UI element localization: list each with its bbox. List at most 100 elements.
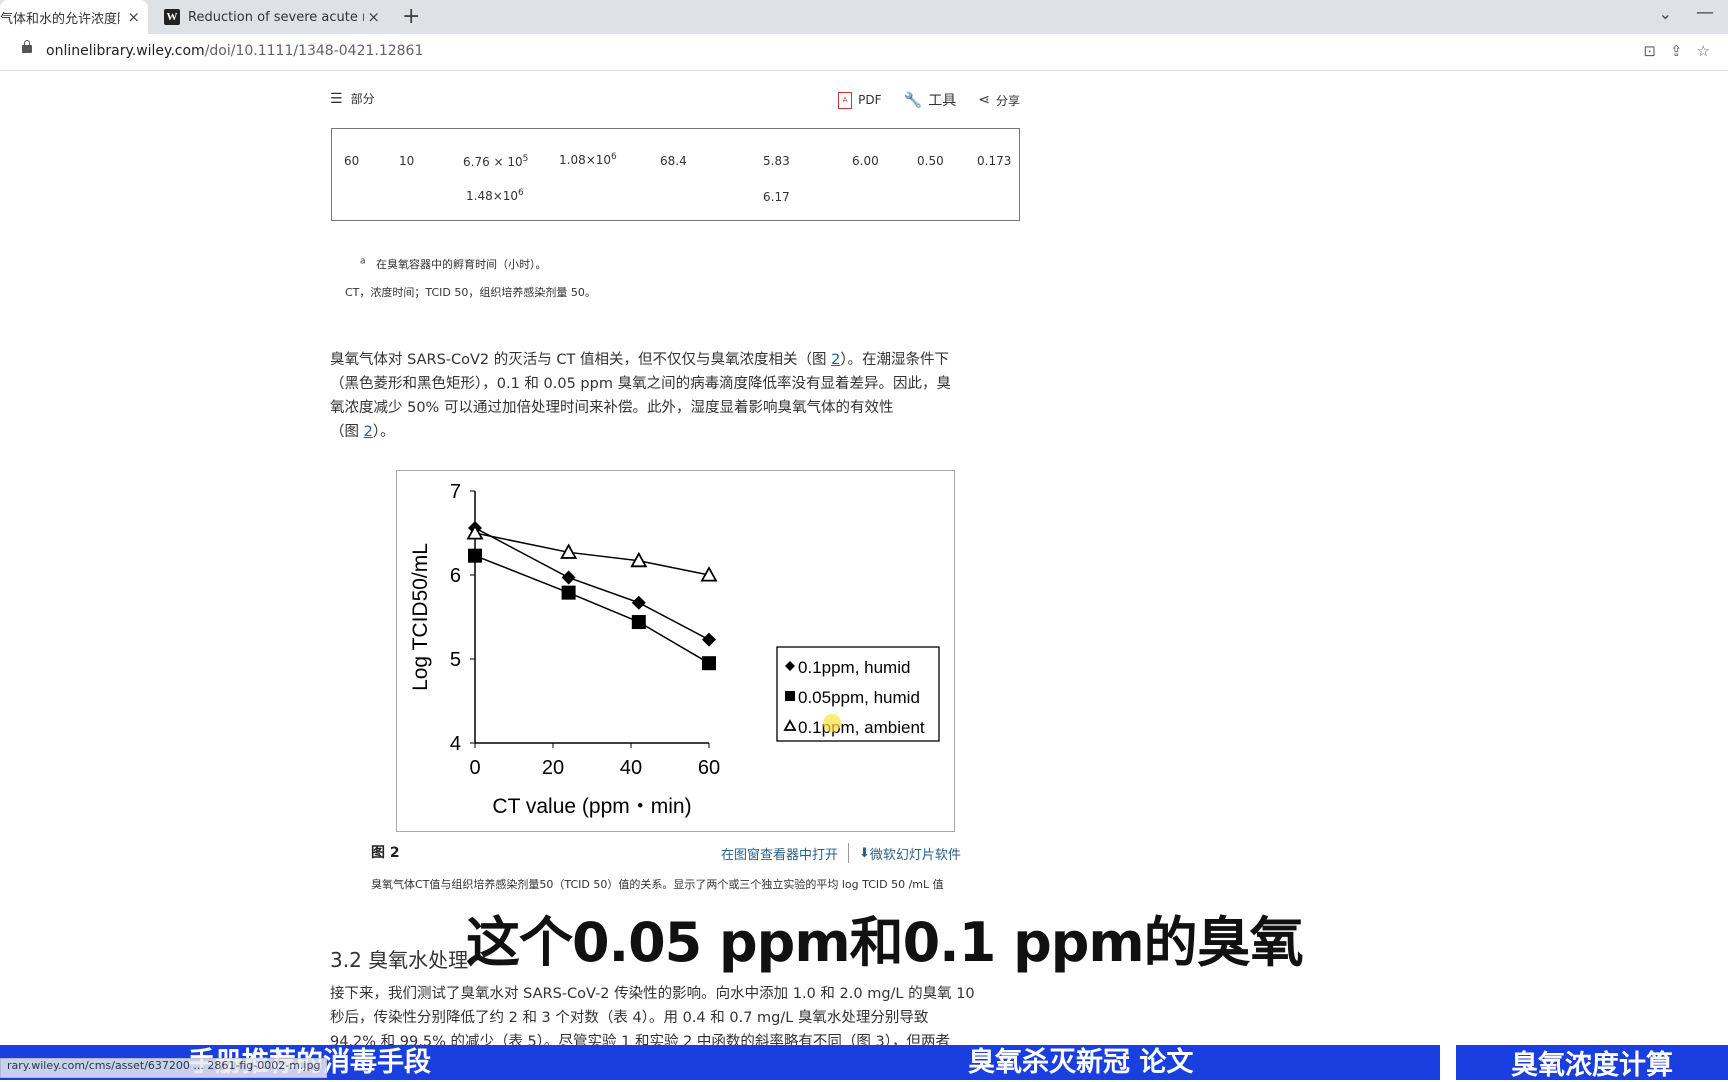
close-icon[interactable]: × bbox=[367, 8, 380, 26]
table-cell: 1.48×106 bbox=[466, 188, 524, 203]
tab-wiley-article[interactable]: W Reduction of severe acute resp × bbox=[156, 0, 388, 34]
pdf-label: PDF bbox=[858, 93, 882, 107]
sections-label: 部分 bbox=[350, 92, 375, 106]
minimize-button[interactable]: — bbox=[1696, 2, 1714, 23]
tab-chinese-article[interactable]: 气体和水的允许浓度降低 × bbox=[0, 0, 148, 34]
pdf-button[interactable]: A PDF bbox=[838, 91, 882, 109]
table-cell-base: 1.08×10 bbox=[559, 153, 612, 167]
tab-bar: 气体和水的允许浓度降低 × W Reduction of severe acut… bbox=[0, 0, 1728, 34]
address-bar[interactable]: onlinelibrary.wiley.com/doi/10.1111/1348… bbox=[0, 34, 1728, 71]
video-subtitle: 这个0.05 ppm和0.1 ppm的臭氧 bbox=[466, 911, 1304, 974]
table-cell: 5.83 bbox=[763, 154, 790, 168]
table-cell-base: 6.76 × 10 bbox=[463, 155, 523, 169]
share-label: 分享 bbox=[995, 93, 1020, 108]
table-cell: 6.17 bbox=[763, 190, 790, 204]
translate-icon[interactable]: ⊡ bbox=[1643, 42, 1656, 60]
series-line bbox=[474, 527, 710, 641]
y-tick-label: 6 bbox=[450, 565, 461, 587]
footnote-ct: CT，浓度时间；TCID 50，组织培养感染剂量 50。 bbox=[345, 286, 596, 299]
tools-button[interactable]: 🔧 工具 bbox=[904, 90, 957, 110]
table-cell-base: 1.48×10 bbox=[466, 189, 519, 203]
close-icon[interactable]: × bbox=[127, 8, 140, 26]
open-in-viewer-link[interactable]: 在图窗查看器中打开 bbox=[721, 844, 838, 863]
table-cell: 10 bbox=[399, 154, 415, 168]
bookmark-star-icon[interactable]: ☆ bbox=[1697, 42, 1710, 60]
legend-label: 0.05ppm, humid bbox=[798, 688, 920, 707]
tools-label: 工具 bbox=[928, 93, 957, 109]
x-axis-label: CT value (ppm・min) bbox=[492, 795, 691, 818]
y-tick-label: 4 bbox=[450, 733, 461, 755]
paragraph-text: ）。 bbox=[372, 424, 395, 440]
data-point bbox=[702, 656, 716, 671]
table-cell: 1.08×106 bbox=[559, 152, 617, 167]
x-tick-label: 60 bbox=[698, 757, 720, 779]
table-cell: 0.173 bbox=[977, 154, 1012, 168]
data-point bbox=[631, 615, 646, 630]
table-cell-exp: 6 bbox=[611, 152, 617, 162]
paragraph-line: （图 2）。 bbox=[330, 420, 1020, 444]
figure-links: 在图窗查看器中打开 ⬇ 微软幻灯片软件 bbox=[721, 843, 961, 863]
url-domain: onlinelibrary.wiley.com bbox=[46, 43, 205, 59]
list-icon: ☰ bbox=[330, 90, 343, 107]
share-icon: ⋖ bbox=[978, 92, 990, 108]
table-cell: 0.50 bbox=[917, 154, 944, 168]
sections-button[interactable]: ☰ 部分 bbox=[330, 90, 375, 107]
url-text[interactable]: onlinelibrary.wiley.com/doi/10.1111/1348… bbox=[46, 43, 423, 59]
table-cell-exp: 5 bbox=[522, 154, 529, 164]
divider bbox=[848, 843, 850, 863]
pdf-icon: A bbox=[838, 91, 853, 109]
paragraph-line: 接下来，我们测试了臭氧水对 SARS-CoV-2 传染性的影响。向水中添加 1.… bbox=[330, 986, 975, 1002]
paragraph-line: 秒后，传染性分别降低了约 2 和 3 个对数（表 4）。用 0.4 和 0.7 … bbox=[330, 1010, 929, 1026]
tab-title: Reduction of severe acute resp bbox=[188, 9, 364, 25]
table-cell-exp: 6 bbox=[518, 188, 524, 198]
figure-link[interactable]: 2 bbox=[364, 424, 373, 440]
tab-title: 气体和水的允许浓度降低 bbox=[0, 11, 120, 27]
new-tab-button[interactable]: + bbox=[402, 4, 420, 29]
share-button[interactable]: ⋖ 分享 bbox=[978, 92, 1020, 109]
table-cell: 60 bbox=[344, 154, 360, 168]
table-cell: 6.76 × 105 bbox=[463, 154, 528, 169]
powerpoint-link[interactable]: 微软幻灯片软件 bbox=[870, 844, 961, 863]
wiley-favicon-icon: W bbox=[164, 9, 180, 25]
x-tick-label: 0 bbox=[469, 757, 480, 779]
figure-caption: 臭氧气体CT值与组织培养感染剂量50（TCID 50）值的关系。显示了两个或三个… bbox=[371, 878, 944, 891]
tab-search-button[interactable]: ⌄ bbox=[1659, 4, 1672, 23]
wrench-icon: 🔧 bbox=[903, 91, 923, 109]
data-point bbox=[468, 548, 482, 563]
chart-svg: 4 5 6 7 0 20 40 60 CT value (ppm・min) Log TCID50/… bbox=[409, 481, 940, 818]
url-path: /doi/10.1111/1348-0421.12861 bbox=[204, 43, 424, 59]
legend-label: 0.1ppm, ambient bbox=[798, 718, 925, 737]
results-paragraph: 臭氧气体对 SARS-CoV2 的灭活与 CT 值相关，但不仅仅与臭氧浓度相关（… bbox=[330, 348, 1020, 444]
paragraph-text: （图 bbox=[330, 424, 364, 440]
banner-mid-text: 臭氧杀灭新冠 论文 bbox=[968, 1047, 1194, 1078]
figure-2[interactable]: 4 5 6 7 0 20 40 60 CT value (ppm・min) Log TCID50/… bbox=[396, 470, 955, 832]
data-point bbox=[561, 570, 576, 585]
y-tick-label: 7 bbox=[450, 481, 461, 503]
legend-marker bbox=[785, 691, 795, 701]
table-cell: 6.00 bbox=[852, 154, 879, 168]
x-tick-label: 20 bbox=[542, 757, 564, 779]
data-point bbox=[702, 632, 716, 647]
paragraph-line: 氧浓度减少 50% 可以通过加倍处理时间来补偿。此外，湿度显着影响臭氧气体的有效… bbox=[330, 400, 894, 416]
paragraph-line: 臭氧气体对 SARS-CoV2 的灭活与 CT 值相关，但不仅仅与臭氧浓度相关（… bbox=[330, 348, 1020, 372]
data-point bbox=[631, 595, 646, 610]
data-table: 60 10 6.76 × 105 1.08×106 68.4 5.83 6.00… bbox=[331, 128, 1020, 221]
figure-label: 图 2 bbox=[371, 845, 400, 861]
series-line bbox=[474, 532, 710, 576]
footnote-mark: a bbox=[360, 256, 366, 267]
share-page-icon[interactable]: ⇪ bbox=[1670, 42, 1683, 60]
x-tick-label: 40 bbox=[620, 757, 642, 779]
lock-icon[interactable] bbox=[22, 40, 32, 53]
download-icon[interactable]: ⬇ bbox=[859, 846, 870, 861]
section-paragraph: 接下来，我们测试了臭氧水对 SARS-CoV-2 传染性的影响。向水中添加 1.… bbox=[330, 982, 1030, 1054]
paragraph-text: 臭氧气体对 SARS-CoV2 的灭活与 CT 值相关，但不仅仅与臭氧浓度相关（… bbox=[330, 352, 832, 368]
figure-link[interactable]: 2 bbox=[831, 352, 840, 368]
banner-right-text: 臭氧浓度计算 bbox=[1511, 1050, 1673, 1081]
section-heading: 3.2 臭氧水处理 bbox=[330, 948, 469, 972]
footnote-a: a 在臭氧容器中的孵育时间（小时）。 bbox=[360, 256, 547, 272]
series-line bbox=[474, 554, 710, 664]
status-url: rary.wiley.com/cms/asset/637200 ... 2861… bbox=[0, 1058, 328, 1078]
banner-bar-right: 臭氧浓度计算 bbox=[1456, 1045, 1728, 1081]
y-axis-label: Log TCID50/mL bbox=[409, 543, 432, 691]
y-tick-label: 5 bbox=[450, 649, 461, 671]
